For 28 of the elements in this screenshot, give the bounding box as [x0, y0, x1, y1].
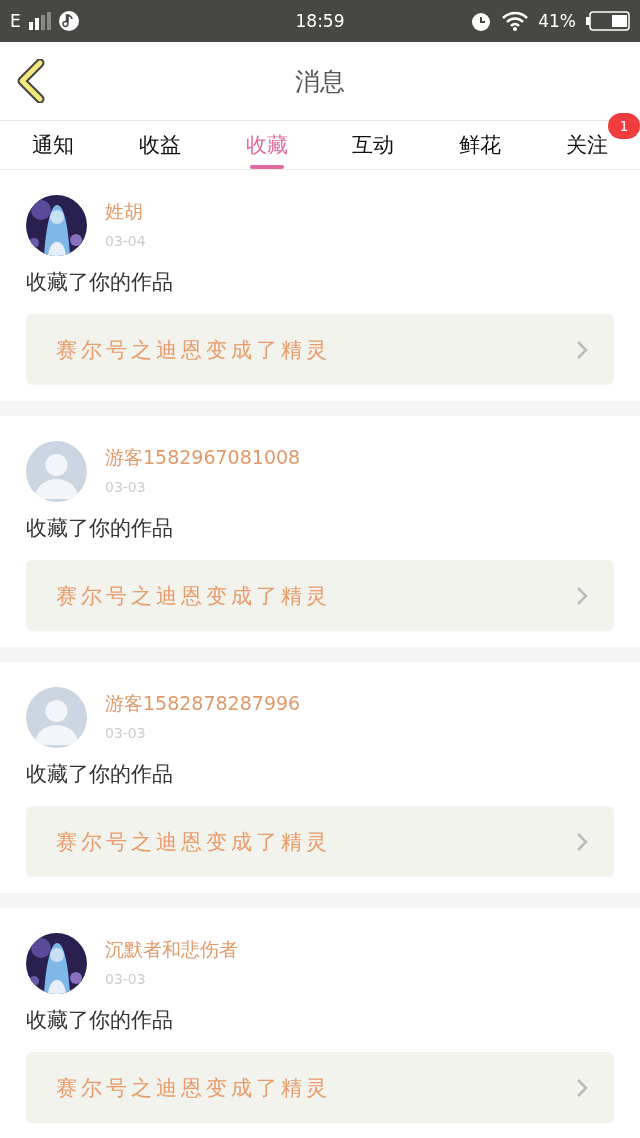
- message-text: 收藏了你的作品: [26, 269, 174, 296]
- message-text: 收藏了你的作品: [26, 761, 174, 788]
- chevron-icon: [576, 339, 588, 360]
- tab[interactable]: 鲜花: [426, 121, 534, 169]
- tab[interactable]: 通知: [0, 121, 107, 169]
- signal-icon: [28, 12, 51, 30]
- message-text: 收藏了你的作品: [26, 1007, 174, 1034]
- user-name: 游客1582967081008: [105, 445, 301, 470]
- message-text: 收藏了你的作品: [26, 515, 174, 542]
- wifi-icon: [502, 11, 529, 31]
- alarm-icon: [470, 10, 493, 32]
- chevron-icon: [576, 585, 588, 606]
- back-icon: [16, 59, 46, 103]
- network-type: E: [10, 11, 21, 31]
- user-name: 姓胡: [105, 199, 144, 224]
- chevron-icon: [576, 1077, 588, 1098]
- page-title: 消息: [294, 65, 346, 98]
- tab-indicator: [249, 165, 284, 169]
- tab[interactable]: 互动: [320, 121, 427, 169]
- battery-icon: [586, 11, 630, 31]
- tab[interactable]: 收益: [106, 121, 214, 169]
- user-name: 游客1582878287996: [105, 691, 301, 716]
- music-icon: [58, 11, 79, 31]
- count-badge: 1: [608, 113, 640, 139]
- user-name: 沉默者和悲伤者: [105, 937, 238, 962]
- clock-time: 18:59: [295, 11, 345, 31]
- battery-percent: 41%: [538, 11, 576, 31]
- chevron-icon: [576, 831, 588, 852]
